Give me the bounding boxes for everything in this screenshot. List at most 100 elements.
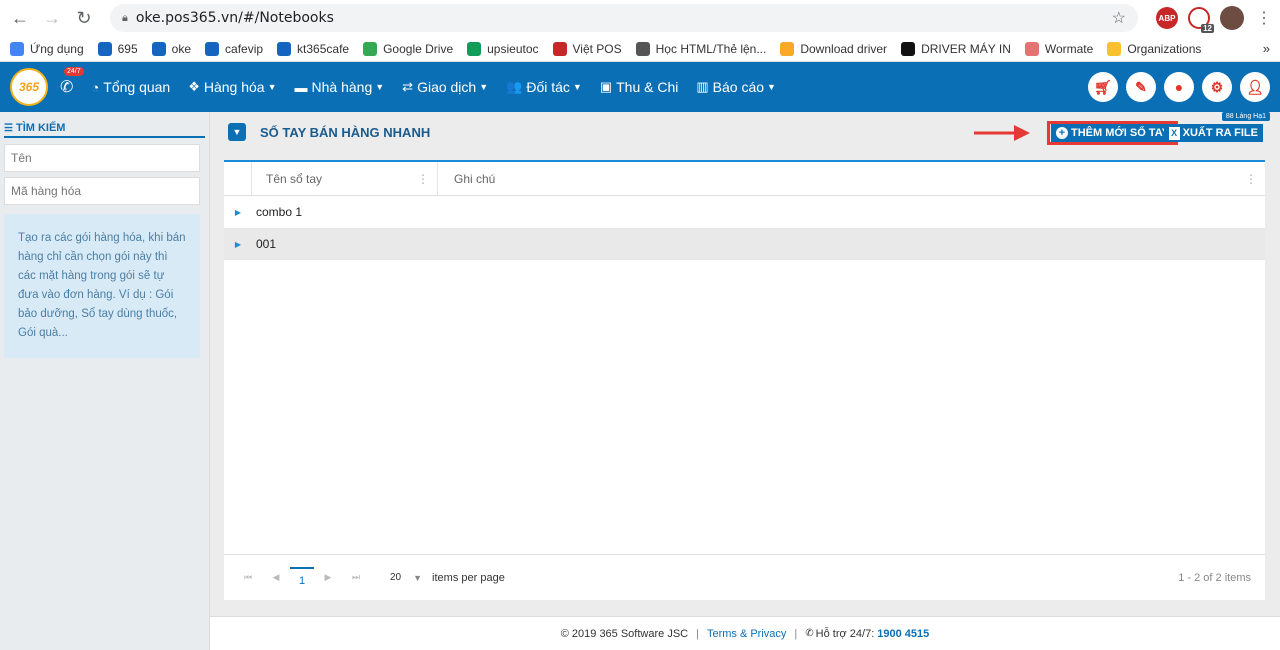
- export-file-label: XUẤT RA FILE: [1182, 127, 1258, 139]
- money-icon: ▣: [599, 79, 613, 94]
- back-icon[interactable]: ←: [8, 6, 32, 30]
- cart-icon[interactable]: 🛒︎: [1088, 72, 1118, 102]
- nav-menu-item[interactable]: ▬ Nhà hàng ▼: [295, 79, 385, 95]
- bookmark-item[interactable]: Download driver: [780, 41, 888, 56]
- next-page-icon[interactable]: ▶: [314, 572, 342, 583]
- hotline-number[interactable]: 1900 4515: [877, 628, 929, 640]
- pos365-icon: [205, 41, 220, 56]
- nav-menu-item[interactable]: ▥ Báo cáo ▼: [696, 79, 776, 95]
- support-badge: 24/7: [64, 67, 84, 76]
- nav-menu-item[interactable]: ▣ Thu & Chi: [600, 79, 679, 95]
- notebook-name: combo 1: [256, 205, 303, 219]
- phone-icon[interactable]: ✆ 24/7: [60, 67, 84, 97]
- location-badge[interactable]: 88 Láng Hạ1: [1221, 112, 1270, 121]
- notebooks-grid: Tên sổ tay ⋮ Ghi chú ⋮ ▶ combo 1 ▶ 001 ⏮ ◀ …: [224, 160, 1265, 600]
- help-text: Tạo ra các gói hàng hóa, khi bán hàng ch…: [4, 214, 200, 358]
- bookmark-label: Organizations: [1127, 41, 1202, 56]
- bookmark-item[interactable]: Học HTML/Thẻ lện...: [635, 41, 766, 56]
- bookmarks-bar: Ứng dụng 695 oke cafevip kt365cafe Google Dri…: [0, 36, 1280, 62]
- bookmark-item[interactable]: Organizations: [1107, 41, 1202, 56]
- table-row[interactable]: ▶ combo 1: [224, 196, 1265, 228]
- search-sidebar: ☰ TÌM KIẾM Tạo ra các gói hàng hóa, khi …: [0, 112, 210, 650]
- bookmark-item[interactable]: Wormate: [1024, 41, 1093, 56]
- copyright-text: © 2019 365 Software JSC: [560, 627, 689, 640]
- bookmark-label: Download driver: [800, 41, 888, 56]
- organizations-icon: [1107, 41, 1122, 56]
- bookmark-item[interactable]: kt365cafe: [277, 41, 349, 56]
- nav-menu-item[interactable]: ◔ Tổng quan: [91, 79, 170, 95]
- page-size-select[interactable]: 20 ▼: [390, 572, 422, 583]
- column-header-note-label: Ghi chú: [454, 171, 496, 186]
- caret-down-icon: ▼: [375, 82, 385, 92]
- last-page-icon[interactable]: ⏭: [342, 572, 370, 583]
- list-icon: ☰: [4, 122, 13, 134]
- bookmark-item[interactable]: cafevip: [205, 41, 263, 56]
- plus-circle-icon: +: [1055, 127, 1068, 139]
- table-row[interactable]: ▶ 001: [224, 228, 1265, 260]
- url-text: oke.pos365.vn/#/Notebooks: [135, 10, 334, 26]
- caret-down-icon: ▼: [767, 82, 776, 92]
- user-icon[interactable]: 👤︎: [1240, 72, 1270, 102]
- reload-icon[interactable]: ↻: [72, 6, 96, 30]
- nav-menu-item[interactable]: 👥 Đối tác ▼: [506, 79, 582, 95]
- address-bar[interactable]: 🔒︎ oke.pos365.vn/#/Notebooks ☆: [110, 4, 1138, 32]
- pos365-icon: [151, 41, 166, 56]
- expand-row-icon[interactable]: ▶: [224, 240, 252, 249]
- terms-link[interactable]: Terms & Privacy: [707, 628, 786, 640]
- column-menu-icon[interactable]: ⋮: [1245, 172, 1257, 186]
- wormate-icon: [1024, 41, 1039, 56]
- expand-row-icon[interactable]: ▶: [224, 208, 252, 217]
- nav-menu-item[interactable]: ❖ Hàng hóa ▼: [188, 79, 276, 95]
- content-panel: ▼ SỔ TAY BÁN HÀNG NHANH 88 Láng Hạ1 + TH…: [210, 112, 1280, 650]
- avatar[interactable]: [1220, 6, 1244, 30]
- google-drive-icon: [363, 41, 378, 56]
- bookmark-item[interactable]: Google Drive: [363, 41, 453, 56]
- pos365-icon: [97, 41, 112, 56]
- bookmark-item[interactable]: Việt POS: [552, 41, 622, 56]
- filter-icon[interactable]: ▼: [228, 123, 246, 141]
- apps-grid-icon: [10, 41, 24, 56]
- cubes-icon: ❖: [188, 79, 200, 94]
- star-icon[interactable]: ☆: [1112, 8, 1126, 28]
- forward-icon[interactable]: →: [40, 6, 64, 30]
- page-title: SỔ TAY BÁN HÀNG NHANH: [260, 124, 431, 140]
- first-page-icon[interactable]: ⏮: [234, 572, 262, 583]
- nav-menu-item[interactable]: ⇄ Giao dịch ▼: [402, 79, 488, 95]
- page-footer: © 2019 365 Software JSC | Terms & Privac…: [210, 616, 1280, 650]
- pager: ⏮ ◀ 1 ▶ ⏭ 20 ▼ items per page 1 - 2 of 2…: [224, 554, 1265, 600]
- prev-page-icon[interactable]: ◀: [262, 572, 290, 583]
- extension-badge-icon[interactable]: 12: [1188, 7, 1214, 33]
- search-title: ☰ TÌM KIẾM: [4, 122, 205, 138]
- main-menu: ◔ Tổng quan ❖ Hàng hóa ▼ ▬ Nhà hàng ▼ ⇄ Giao dịch…: [73, 79, 776, 95]
- caret-down-icon: ▼: [479, 82, 489, 92]
- code-search-input[interactable]: [4, 177, 200, 205]
- column-menu-icon[interactable]: ⋮: [417, 172, 429, 186]
- support-label: Hỗ trợ 24/7:: [815, 627, 875, 640]
- bookmark-item[interactable]: upsieutoc: [467, 41, 539, 56]
- extension-badge-count: 12: [1201, 24, 1214, 33]
- nav-menu-label: Giao dịch: [417, 79, 477, 95]
- add-notebook-label: THÊM MỚI SỔ TAY: [1070, 127, 1169, 139]
- nav-menu-label: Hàng hóa: [203, 79, 265, 95]
- map-marker-icon[interactable]: ●: [1164, 72, 1194, 102]
- bookmark-item[interactable]: DRIVER MÁY IN: [901, 41, 1011, 56]
- add-notebook-button[interactable]: + THÊM MỚI SỔ TAY: [1050, 124, 1174, 142]
- name-search-input[interactable]: [4, 144, 200, 172]
- more-bookmarks-icon[interactable]: »: [1263, 41, 1270, 56]
- bookmark-item[interactable]: oke: [151, 41, 191, 56]
- nav-menu-label: Nhà hàng: [311, 79, 373, 95]
- gear-icon[interactable]: ⚙: [1202, 72, 1232, 102]
- adblock-icon[interactable]: ABP: [1156, 7, 1178, 29]
- export-file-button[interactable]: X XUẤT RA FILE: [1163, 124, 1263, 142]
- bookmark-item[interactable]: Ứng dụng: [10, 41, 84, 56]
- app-logo[interactable]: 365: [10, 68, 48, 106]
- bookmark-item[interactable]: 695: [97, 41, 138, 56]
- column-header-name[interactable]: Tên sổ tay ⋮: [252, 162, 438, 195]
- edit-icon[interactable]: ✎: [1126, 72, 1156, 102]
- restaurant-icon: ▬: [294, 79, 308, 95]
- footer-separator: |: [696, 627, 699, 640]
- column-header-note[interactable]: Ghi chú ⋮: [438, 162, 1265, 195]
- more-menu-icon[interactable]: ⋮: [1256, 8, 1272, 28]
- footer-separator: |: [794, 627, 798, 640]
- current-page[interactable]: 1: [290, 566, 314, 587]
